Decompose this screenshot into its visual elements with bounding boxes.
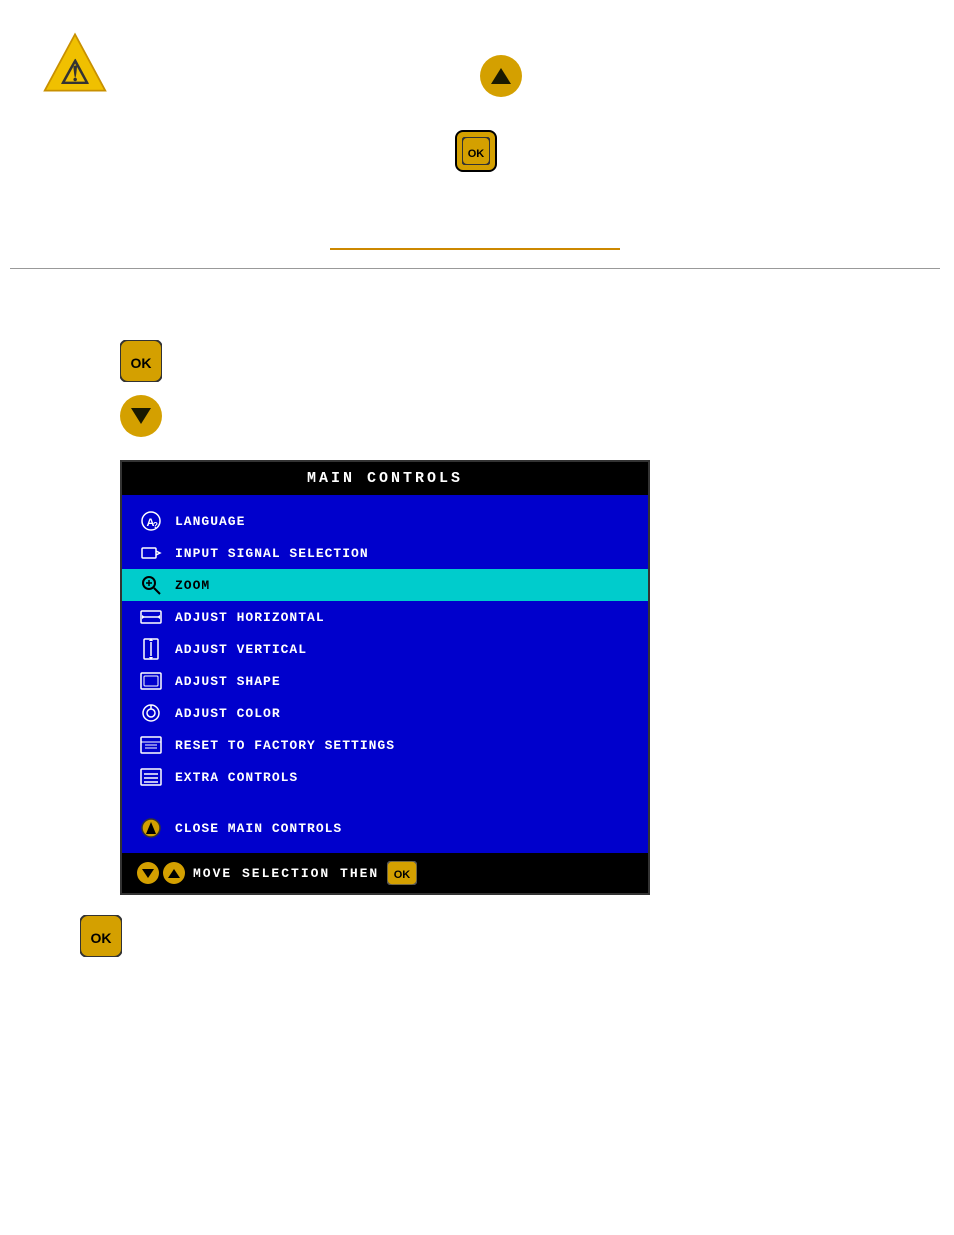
svg-text:?: ? [153, 521, 159, 530]
zoom-icon [137, 574, 165, 596]
top-section: ⚠ OK [0, 0, 954, 320]
adjust-color-icon [137, 702, 165, 724]
extra-controls-icon [137, 766, 165, 788]
svg-text:OK: OK [394, 869, 411, 881]
up-arrow-button-top[interactable] [480, 55, 522, 97]
osd-item-language[interactable]: A ? LANGUAGE [122, 505, 648, 537]
down-arrow-button[interactable] [120, 395, 162, 437]
osd-item-input-signal[interactable]: INPUT SIGNAL SELECTION [122, 537, 648, 569]
svg-text:OK: OK [131, 355, 152, 371]
adjust-shape-label: ADJUST SHAPE [175, 674, 633, 689]
svg-text:OK: OK [91, 930, 112, 946]
osd-item-adjust-vertical[interactable]: ADJUST VERTICAL [122, 633, 648, 665]
adjust-shape-icon [137, 670, 165, 692]
footer-ok-icon: OK [387, 861, 417, 885]
footer-text: MOVE SELECTION THEN [193, 866, 379, 881]
adjust-horizontal-icon [137, 606, 165, 628]
osd-footer: MOVE SELECTION THEN OK [122, 853, 648, 893]
adjust-vertical-icon [137, 638, 165, 660]
extra-controls-label: EXTRA CONTROLS [175, 770, 633, 785]
osd-close-section: CLOSE MAIN CONTROLS [122, 803, 648, 853]
footer-down-icon [137, 862, 159, 884]
osd-item-adjust-horizontal[interactable]: ADJUST HORIZONTAL [122, 601, 648, 633]
orange-underline [330, 248, 620, 250]
footer-nav-icons [137, 862, 185, 884]
close-main-label: CLOSE MAIN CONTROLS [175, 821, 342, 836]
osd-item-reset-factory[interactable]: RESET TO FACTORY SETTINGS [122, 729, 648, 761]
zoom-label: ZOOM [175, 578, 633, 593]
adjust-horizontal-label: ADJUST HORIZONTAL [175, 610, 633, 625]
osd-menu: MAIN CONTROLS A ? LANGUAGE [120, 460, 650, 895]
footer-up-icon [163, 862, 185, 884]
svg-text:⚠: ⚠ [60, 54, 90, 91]
language-label: LANGUAGE [175, 514, 633, 529]
adjust-color-label: ADJUST COLOR [175, 706, 633, 721]
osd-items-list: A ? LANGUAGE INPUT SIGNAL SELECTION [122, 495, 648, 803]
warning-icon: ⚠ [40, 30, 110, 100]
input-signal-label: INPUT SIGNAL SELECTION [175, 546, 633, 561]
ok-button-after[interactable]: OK [80, 915, 914, 962]
language-icon: A ? [137, 510, 165, 532]
osd-item-extra-controls[interactable]: EXTRA CONTROLS [122, 761, 648, 793]
reset-factory-label: RESET TO FACTORY SETTINGS [175, 738, 633, 753]
osd-title: MAIN CONTROLS [122, 462, 648, 495]
close-circle-icon [137, 817, 165, 839]
bottom-section: OK MAIN CONTROLS A ? LANGUAGE [0, 320, 954, 982]
osd-item-zoom[interactable]: ZOOM [122, 569, 648, 601]
osd-close-item[interactable]: CLOSE MAIN CONTROLS [137, 811, 633, 845]
svg-text:OK: OK [468, 148, 485, 160]
reset-factory-icon [137, 734, 165, 756]
ok-button-top[interactable]: OK [455, 130, 497, 172]
ok-button-mid[interactable]: OK [120, 340, 162, 387]
adjust-vertical-label: ADJUST VERTICAL [175, 642, 633, 657]
osd-item-adjust-shape[interactable]: ADJUST SHAPE [122, 665, 648, 697]
section-divider [10, 268, 940, 269]
input-signal-icon [137, 542, 165, 564]
osd-item-adjust-color[interactable]: ADJUST COLOR [122, 697, 648, 729]
